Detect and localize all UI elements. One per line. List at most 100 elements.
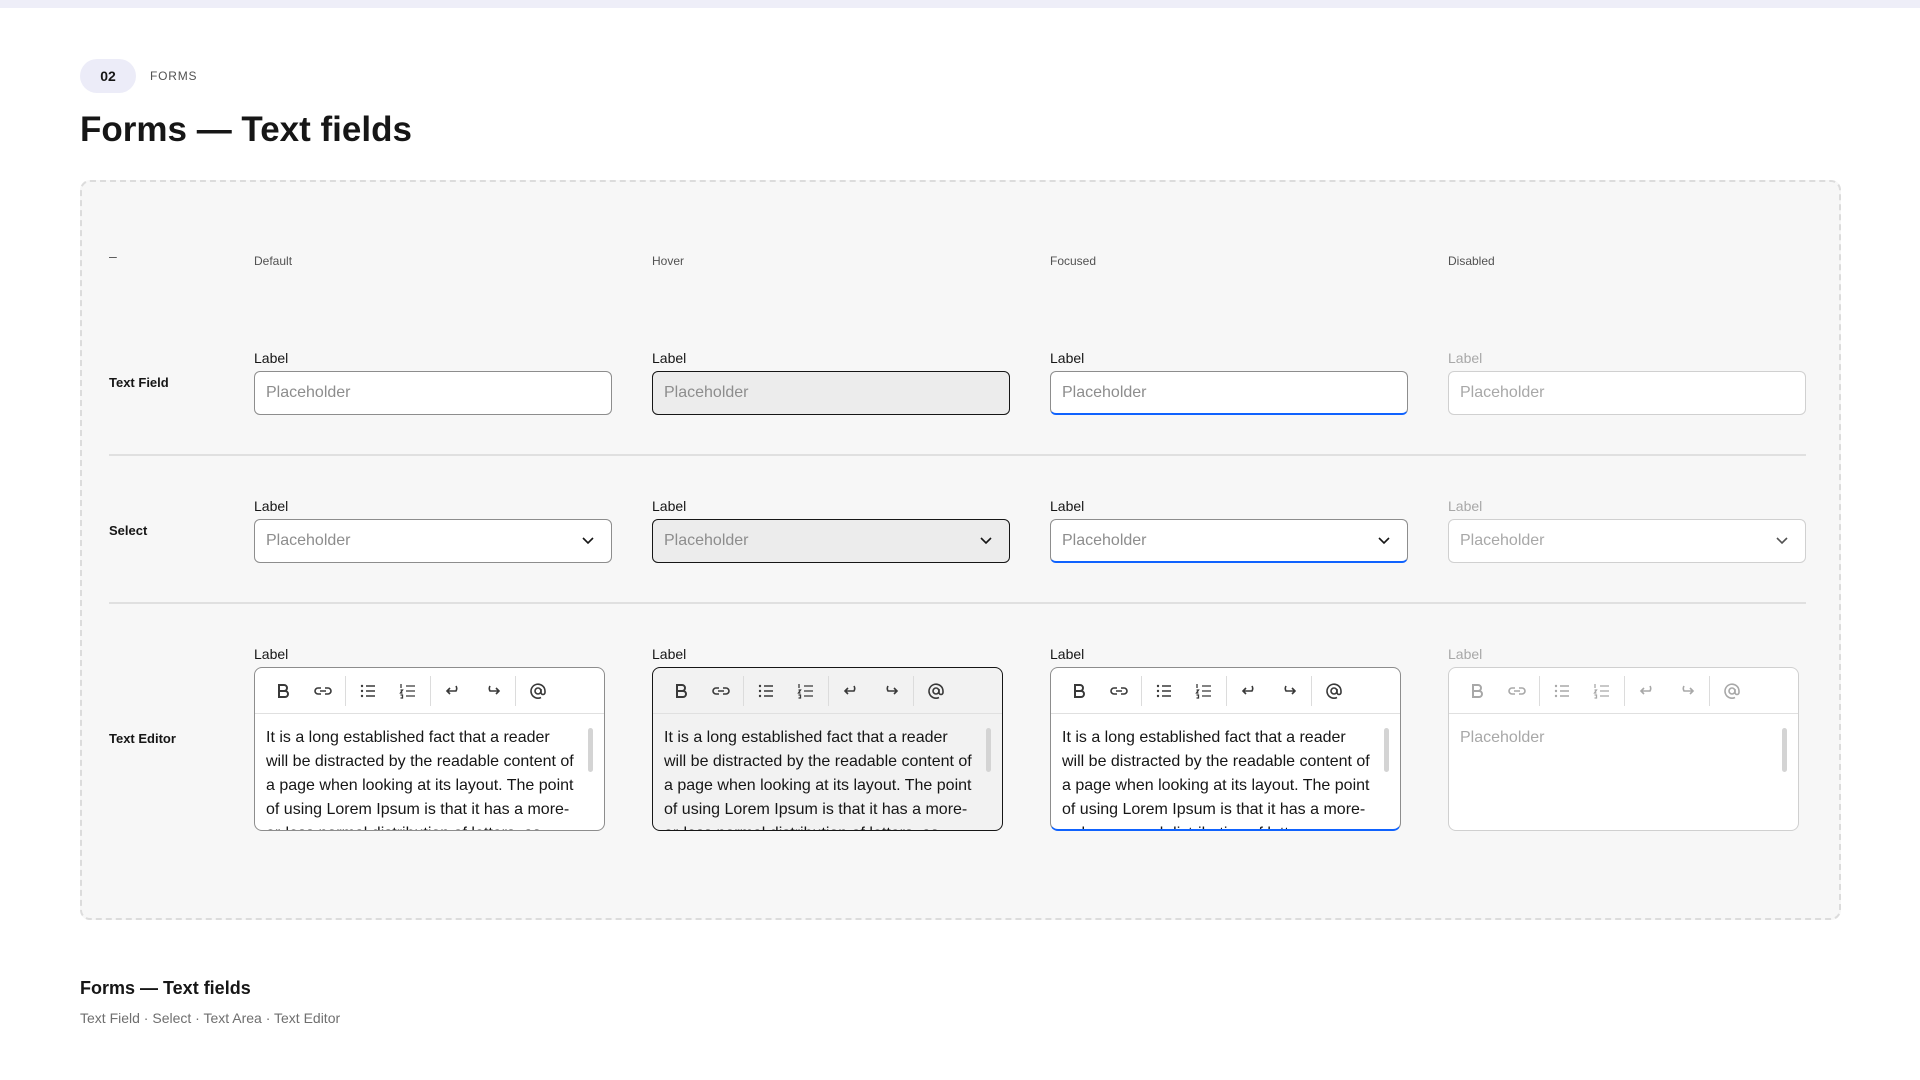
link-button[interactable] <box>1099 671 1139 711</box>
numbered-list-icon <box>399 683 415 699</box>
field-label: Label <box>254 350 289 366</box>
row-label-select: Select <box>109 523 148 538</box>
footer-title: Forms — Text fields <box>80 978 251 998</box>
mention-icon <box>1326 682 1342 699</box>
chevron-down-icon <box>582 537 594 545</box>
toolbar-separator <box>743 675 744 706</box>
section-label: FORMS <box>150 69 198 83</box>
toolbar-separator <box>1226 675 1227 706</box>
link-button[interactable] <box>701 671 741 711</box>
field-label: Label <box>652 498 687 514</box>
toolbar-separator <box>515 675 516 706</box>
section-tag: 02 FORMS <box>80 59 197 93</box>
editor-content[interactable]: It is a long established fact that a rea… <box>255 714 604 830</box>
undo-button[interactable] <box>433 671 473 711</box>
select-default[interactable]: Placeholder <box>254 519 612 563</box>
chevron-down-icon <box>980 537 992 545</box>
editor-scrollbar[interactable] <box>1384 728 1389 772</box>
redo-button <box>1667 671 1707 711</box>
text-editor-default[interactable]: It is a long established fact that a rea… <box>254 667 605 831</box>
placeholder-text: Placeholder <box>1062 383 1147 401</box>
bullet-list-button[interactable] <box>348 671 388 711</box>
bold-button[interactable] <box>1059 671 1099 711</box>
bullet-list-button[interactable] <box>1144 671 1184 711</box>
text-field-hover[interactable]: Placeholder <box>652 371 1010 415</box>
bold-icon <box>676 683 687 698</box>
row-divider <box>109 602 1806 604</box>
numbered-list-button[interactable] <box>388 671 428 711</box>
bold-button[interactable] <box>661 671 701 711</box>
bold-icon <box>1472 683 1483 698</box>
editor-toolbar <box>1051 668 1400 714</box>
numbered-list-icon <box>1593 683 1609 699</box>
text-editor-hover[interactable]: It is a long established fact that a rea… <box>652 667 1003 831</box>
redo-icon <box>1682 685 1695 695</box>
toolbar-separator <box>1311 675 1312 706</box>
placeholder-text: Placeholder <box>664 384 749 401</box>
row-label-text-field: Text Field <box>109 375 169 390</box>
bullet-list-icon <box>360 684 375 697</box>
numbered-list-button[interactable] <box>786 671 826 711</box>
undo-button[interactable] <box>1229 671 1269 711</box>
text-editor-disabled: Placeholder <box>1448 667 1799 831</box>
toolbar-separator <box>430 675 431 706</box>
editor-content[interactable]: It is a long established fact that a rea… <box>1051 714 1400 829</box>
section-number-badge: 02 <box>80 59 136 93</box>
link-button[interactable] <box>303 671 343 711</box>
link-icon <box>1110 686 1128 695</box>
placeholder-text: Placeholder <box>266 384 351 401</box>
undo-icon <box>1639 685 1652 695</box>
numbered-list-icon <box>1195 683 1211 699</box>
bullet-list-icon <box>1156 684 1171 697</box>
mention-icon <box>1724 682 1740 699</box>
text-field-focused[interactable]: Placeholder <box>1050 371 1408 415</box>
page-title: Forms — Text fields <box>80 110 412 149</box>
editor-content: Placeholder <box>1460 729 1545 746</box>
toolbar-separator <box>345 675 346 706</box>
undo-icon <box>843 685 856 695</box>
redo-button[interactable] <box>473 671 513 711</box>
editor-scrollbar[interactable] <box>986 728 991 772</box>
field-label: Label <box>652 350 687 366</box>
redo-icon <box>1284 685 1297 695</box>
toolbar-separator <box>1141 675 1142 706</box>
bullet-list-button <box>1542 671 1582 711</box>
bold-button[interactable] <box>263 671 303 711</box>
field-label: Label <box>254 498 289 514</box>
field-label: Label <box>1050 350 1085 366</box>
component-board: – Default Hover Focused Disabled Text Fi… <box>80 180 1841 920</box>
bullet-list-icon <box>758 684 773 697</box>
redo-button[interactable] <box>871 671 911 711</box>
undo-icon <box>445 685 458 695</box>
select-hover[interactable]: Placeholder <box>652 519 1010 563</box>
chevron-down-icon <box>1776 537 1788 545</box>
mention-button[interactable] <box>518 671 558 711</box>
field-label: Label <box>1050 646 1085 662</box>
editor-toolbar <box>255 668 604 714</box>
editor-scrollbar[interactable] <box>588 728 593 772</box>
field-label: Label <box>1448 350 1483 366</box>
redo-button[interactable] <box>1269 671 1309 711</box>
bullet-list-button[interactable] <box>746 671 786 711</box>
top-accent-bar <box>0 0 1920 8</box>
text-editor-focused[interactable]: It is a long established fact that a rea… <box>1050 667 1401 831</box>
numbered-list-button[interactable] <box>1184 671 1224 711</box>
field-label: Label <box>254 646 289 662</box>
bold-icon <box>1074 683 1085 698</box>
mention-button[interactable] <box>1314 671 1354 711</box>
numbered-list-icon <box>797 683 813 699</box>
undo-button[interactable] <box>831 671 871 711</box>
mention-icon <box>530 682 546 699</box>
toolbar-separator <box>828 675 829 706</box>
bullet-list-icon <box>1554 684 1569 697</box>
mention-button[interactable] <box>916 671 956 711</box>
editor-content[interactable]: It is a long established fact that a rea… <box>653 714 1002 830</box>
toolbar-separator <box>1709 675 1710 706</box>
placeholder-text: Placeholder <box>1460 532 1545 549</box>
text-field-default[interactable]: Placeholder <box>254 371 612 415</box>
toolbar-separator <box>1539 675 1540 706</box>
row-divider <box>109 454 1806 456</box>
text-field-disabled: Placeholder <box>1448 371 1806 415</box>
editor-scrollbar <box>1782 728 1787 772</box>
select-focused[interactable]: Placeholder <box>1050 519 1408 563</box>
